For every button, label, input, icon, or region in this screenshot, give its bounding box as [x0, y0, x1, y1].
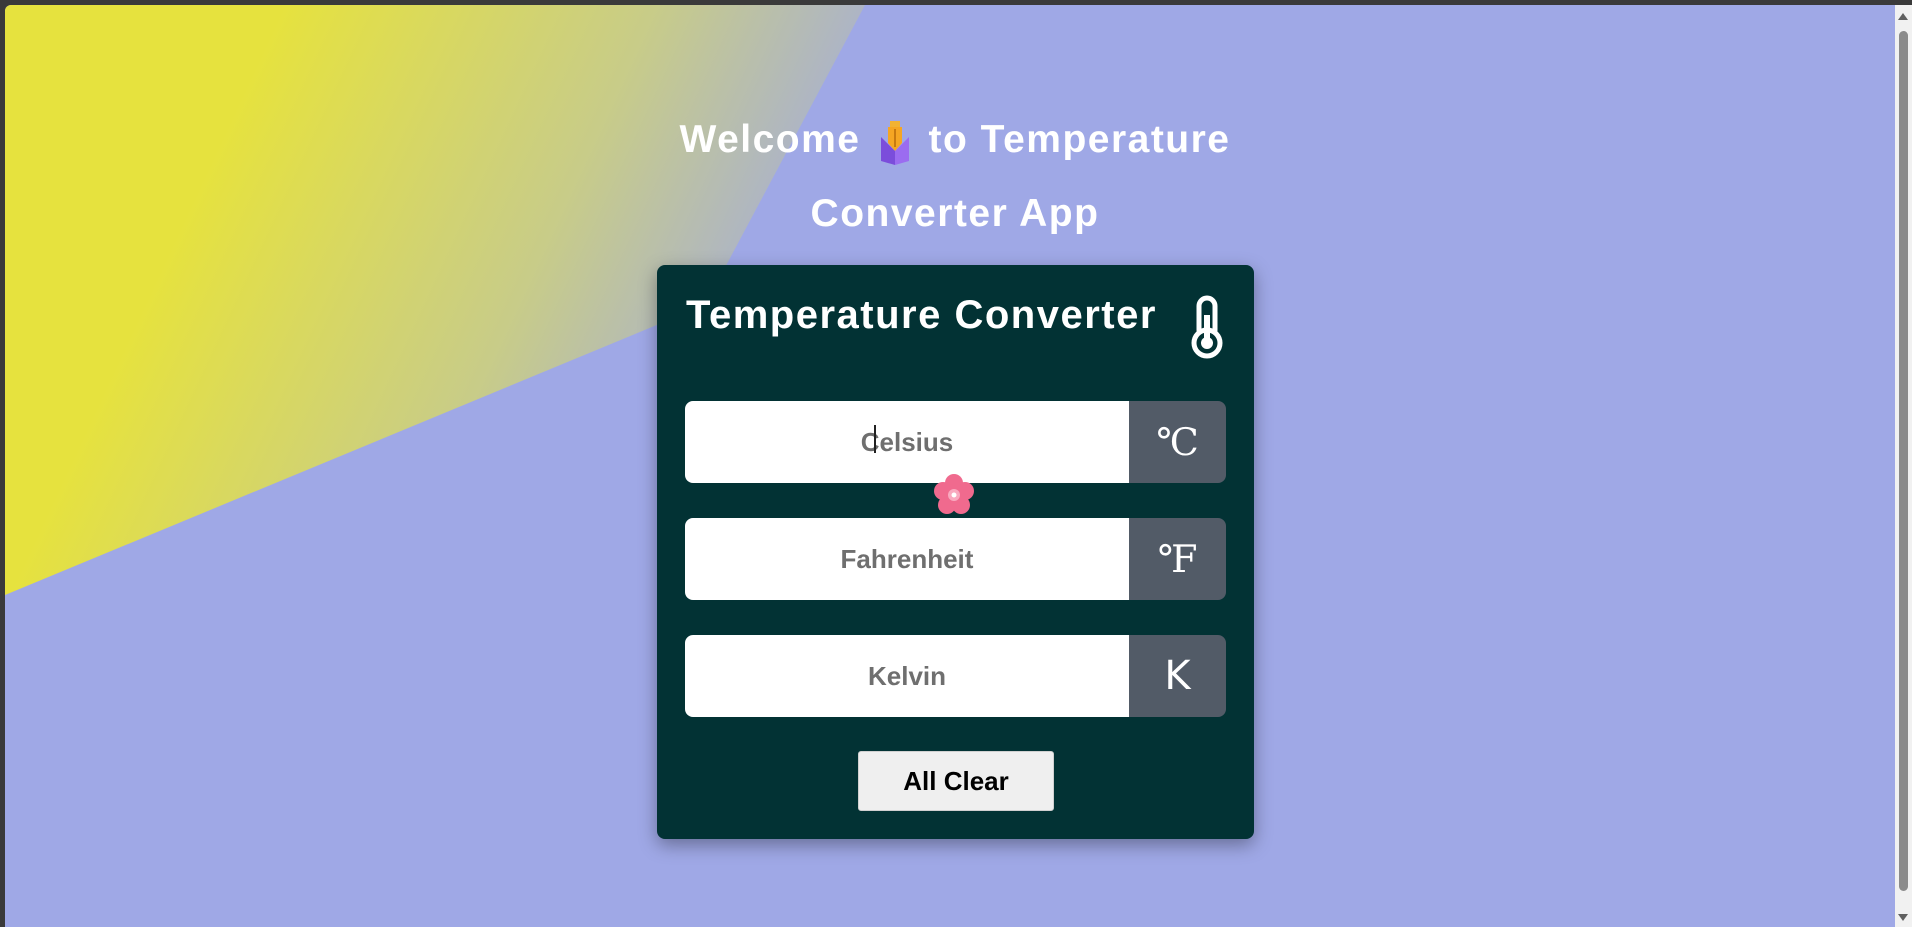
celsius-input[interactable] — [685, 401, 1129, 483]
fahrenheit-unit-label: ℉ — [1129, 518, 1226, 600]
thermometer-icon — [1191, 295, 1223, 359]
welcome-heading: Welcome to Temperature Converter App — [645, 103, 1265, 251]
all-clear-button[interactable]: All Clear — [858, 751, 1054, 811]
fahrenheit-input[interactable] — [685, 518, 1129, 600]
welcome-text-line2: Converter App — [810, 192, 1100, 235]
vertical-scrollbar[interactable] — [1895, 5, 1912, 927]
kelvin-row: K — [685, 635, 1226, 717]
celsius-row: ℃ — [685, 401, 1226, 483]
welcome-text-start: Welcome — [679, 118, 861, 161]
fahrenheit-row: ℉ — [685, 518, 1226, 600]
cherry-blossom-cursor-icon — [934, 474, 974, 514]
celsius-unit-label: ℃ — [1129, 401, 1226, 483]
kelvin-input[interactable] — [685, 635, 1129, 717]
page-viewport: Welcome to Temperature Converter App Tem… — [5, 5, 1895, 927]
pen-nib-icon — [875, 116, 915, 165]
converter-title: Temperature Converter — [686, 293, 1157, 337]
scroll-up-icon[interactable] — [1898, 13, 1908, 20]
welcome-text-end: to Temperature — [928, 118, 1231, 161]
scroll-thumb[interactable] — [1899, 31, 1908, 891]
converter-card: Temperature Converter ℃ ℉ K All Clear — [657, 265, 1254, 839]
scroll-down-icon[interactable] — [1898, 914, 1908, 921]
kelvin-unit-label: K — [1129, 635, 1226, 717]
text-cursor-icon — [874, 425, 876, 453]
